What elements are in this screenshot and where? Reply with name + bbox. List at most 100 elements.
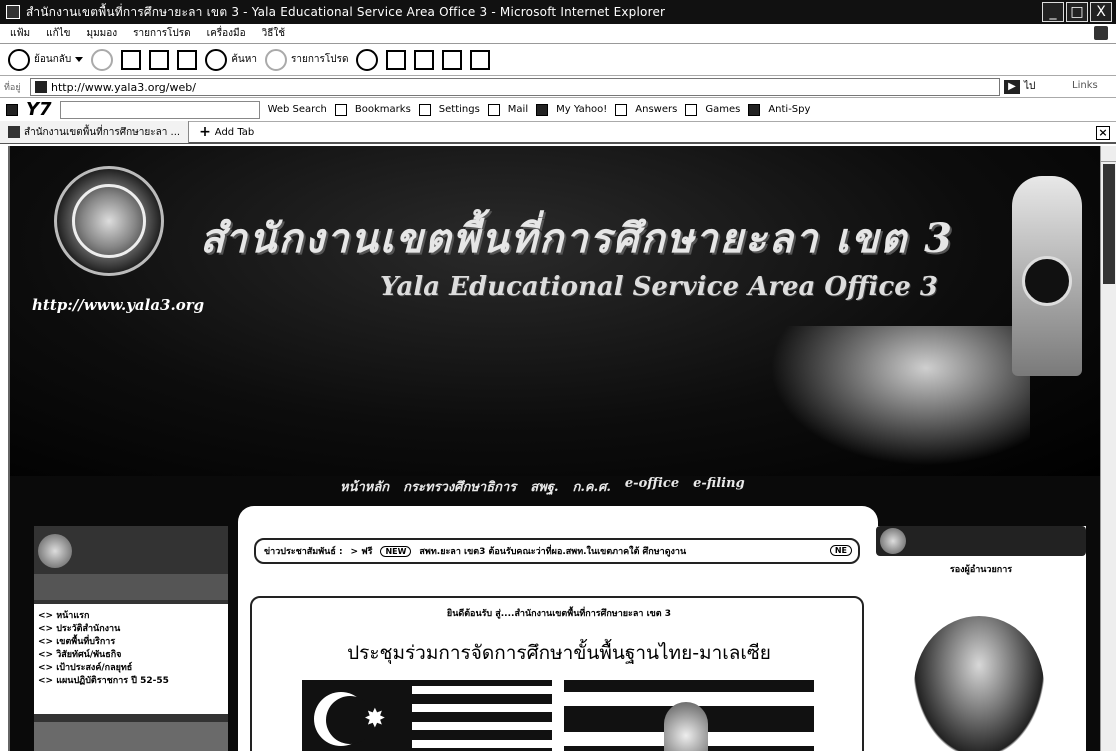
yahoo-toolbar: Y7 Web Search Bookmarks Settings Mail My… <box>0 98 1116 122</box>
standard-toolbar: ย้อนกลับ ค้นหา รายการโปรด <box>0 44 1116 76</box>
mail-button[interactable]: Mail <box>508 104 528 115</box>
welcome-text: ยินดีต้อนรับ สู่....สำนักงานเขตพื้นที่กา… <box>446 609 672 619</box>
address-label: ที่อยู่ <box>4 82 21 93</box>
malaysia-flag-image: ✸ <box>302 680 552 751</box>
back-button[interactable]: ย้อนกลับ <box>8 48 84 71</box>
forward-button[interactable] <box>91 48 114 71</box>
welcome-box: ยินดีต้อนรับ สู่....สำนักงานเขตพื้นที่กา… <box>250 596 864 751</box>
links-button[interactable]: Links <box>1072 80 1098 91</box>
sidebar-item-vision[interactable]: <> วิสัยทัศน์/พันธกิจ <box>38 649 228 662</box>
address-bar: ที่อยู่ http://www.yala3.org/web/ ▶ ไป L… <box>0 76 1116 98</box>
games-button[interactable]: Games <box>705 104 740 115</box>
history-icon[interactable] <box>356 48 379 71</box>
flag-stripe <box>412 704 552 712</box>
ie-icon <box>6 5 20 19</box>
left-sidebar: <> หน้าแรก <> ประวัติสำนักงาน <> เขตพื้น… <box>34 526 228 751</box>
nav-obec[interactable]: สพฐ. <box>530 476 558 497</box>
eye-icon[interactable] <box>6 103 18 116</box>
chevron-down-icon <box>75 57 84 62</box>
emblem-seal <box>1022 256 1072 306</box>
right-sidebar-header <box>876 526 1086 556</box>
address-url: http://www.yala3.org/web/ <box>51 80 196 94</box>
sidebar-section-header <box>34 722 228 751</box>
sidebar-item-home[interactable]: <> หน้าแรก <box>38 610 228 623</box>
sidebar-logo <box>38 534 72 568</box>
bookmarks-icon <box>334 103 347 116</box>
menu-file[interactable]: แฟ้ม <box>10 26 30 41</box>
edit-icon[interactable] <box>442 49 463 70</box>
flag-stripe <box>412 740 552 748</box>
yahoo-logo[interactable]: Y7 <box>26 99 52 120</box>
games-icon <box>685 103 698 116</box>
answers-button[interactable]: Answers <box>635 104 677 115</box>
star-icon <box>264 48 287 71</box>
mail-icon[interactable] <box>386 49 407 70</box>
star-icon: ✸ <box>364 704 386 734</box>
sidebar-item-history[interactable]: <> ประวัติสำนักงาน <box>38 623 228 636</box>
stop-icon[interactable] <box>121 49 142 70</box>
web-search-button[interactable]: Web Search <box>268 104 327 115</box>
maximize-button[interactable]: □ <box>1066 2 1088 22</box>
news-label: ข่าวประชาสัมพันธ์ : <box>264 547 343 557</box>
scroll-up-icon[interactable] <box>1101 146 1116 162</box>
menu-edit[interactable]: แก้ไข <box>46 26 70 41</box>
news-headline[interactable]: สพท.ยะลา เขต3 ต้อนรับคณะว่าที่ผอ.สพท.ในเ… <box>419 544 686 558</box>
nav-ministry[interactable]: กระทรวงศึกษาธิการ <box>403 476 516 497</box>
news-prefix[interactable]: > ฟรี <box>351 544 373 558</box>
anti-spy-button[interactable]: Anti-Spy <box>768 104 810 115</box>
tab-active[interactable]: สำนักงานเขตพื้นที่การศึกษายะลา ... <box>0 121 190 143</box>
menu-view[interactable]: มุมมอง <box>87 26 118 41</box>
home-icon[interactable] <box>177 49 198 70</box>
menu-favorites[interactable]: รายการโปรด <box>133 26 190 41</box>
go-button[interactable]: ▶ ไป <box>1004 79 1035 94</box>
nav-e-office[interactable]: e-office <box>625 476 679 497</box>
yahoo-search-input[interactable] <box>59 100 260 119</box>
go-label: ไป <box>1024 81 1036 92</box>
bamboo-decoration <box>770 326 1030 466</box>
nav-tcsc[interactable]: ก.ค.ศ. <box>573 476 611 497</box>
window-title: สำนักงานเขตพื้นที่การศึกษายะลา เขต 3 - Y… <box>26 4 666 19</box>
nav-e-filing[interactable]: e-filing <box>693 476 745 497</box>
flag-emblem <box>664 702 708 751</box>
close-button[interactable]: X <box>1090 2 1112 22</box>
refresh-icon[interactable] <box>149 49 170 70</box>
bookmarks-button[interactable]: Bookmarks <box>355 104 411 115</box>
main-nav: หน้าหลัก กระทรวงศึกษาธิการ สพฐ. ก.ค.ศ. e… <box>340 476 745 497</box>
go-arrow-icon: ▶ <box>1004 79 1020 94</box>
favorites-label: รายการโปรด <box>290 54 349 65</box>
scrollbar-thumb[interactable] <box>1103 164 1115 284</box>
sidebar-item-plan[interactable]: <> แผนปฏิบัติราชการ ปี 52-55 <box>38 675 228 688</box>
tab-title: สำนักงานเขตพื้นที่การศึกษายะลา ... <box>24 126 181 138</box>
print-icon[interactable] <box>414 49 435 70</box>
search-button[interactable]: ค้นหา <box>205 48 257 71</box>
sidebar-item-service-area[interactable]: <> เขตพื้นที่บริการ <box>38 636 228 649</box>
sidebar-header <box>34 574 228 600</box>
add-tab-button[interactable]: + Add Tab <box>189 124 254 140</box>
site-title-thai: สำนักงานเขตพื้นที่การศึกษายะลา เขต 3 <box>200 215 955 262</box>
back-arrow-icon <box>8 48 30 71</box>
menu-tools[interactable]: เครื่องมือ <box>207 26 246 41</box>
address-input[interactable]: http://www.yala3.org/web/ <box>30 78 1000 96</box>
close-tab-icon[interactable]: × <box>1096 126 1110 140</box>
windows-flag-icon <box>1094 26 1108 40</box>
favorites-button[interactable]: รายการโปรด <box>264 48 349 71</box>
minimize-button[interactable]: _ <box>1042 2 1064 22</box>
sidebar-item-strategy[interactable]: <> เป้าประสงค์/กลยุทธ์ <box>38 662 228 675</box>
my-yahoo-icon <box>536 103 549 116</box>
vertical-scrollbar[interactable] <box>1100 146 1116 751</box>
my-yahoo-button[interactable]: My Yahoo! <box>556 104 607 115</box>
messenger-icon[interactable] <box>470 49 491 70</box>
nav-home[interactable]: หน้าหลัก <box>340 476 389 497</box>
menu-bar: แฟ้ม แก้ไข มุมมอง รายการโปรด เครื่องมือ … <box>0 24 1116 44</box>
settings-icon <box>418 103 431 116</box>
flag-stripe <box>412 722 552 730</box>
page-viewport: http://www.yala3.org สำนักงานเขตพื้นที่ก… <box>8 146 1100 751</box>
answers-icon <box>615 103 628 116</box>
plus-icon: + <box>199 124 211 140</box>
settings-button[interactable]: Settings <box>439 104 480 115</box>
window-controls: _ □ X <box>1042 2 1112 22</box>
flag-stripe <box>412 686 552 694</box>
menu-help[interactable]: วิธีใช้ <box>262 26 285 41</box>
new-badge: NEW <box>380 545 412 557</box>
site-url: http://www.yala3.org <box>32 296 205 314</box>
